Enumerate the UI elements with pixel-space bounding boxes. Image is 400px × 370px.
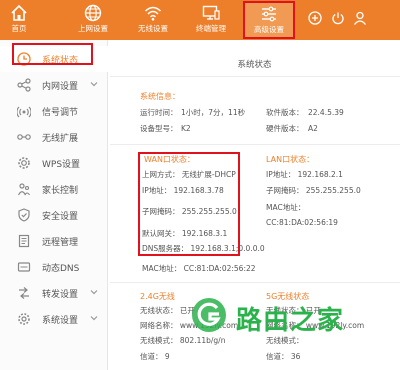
sidebar-item-label: WPS设置	[42, 160, 81, 170]
sidebar-item-label: 信号调节	[42, 108, 79, 118]
watermark: 路由之家	[190, 296, 390, 336]
lan-mac-value: CC:81:DA:02:56:19	[266, 218, 338, 227]
watermark-text: 路由之家	[236, 306, 345, 336]
bridge-icon	[17, 134, 31, 140]
globe-icon	[84, 4, 102, 22]
wireless-24g-mode: 无线模式： 802.11b/g/n	[140, 336, 226, 345]
sidebar-item-label: 无线扩展	[42, 134, 79, 144]
lan-ip: IP地址： 192.168.2.1	[266, 170, 343, 179]
user-icon[interactable]	[353, 11, 367, 25]
software-version-label: 软件版本：	[266, 108, 304, 117]
monitor-icon	[202, 5, 220, 20]
wan-mac: MAC地址： CC:81:DA:02:56:22	[142, 264, 256, 273]
wireless-24g-state: 无线状态： 已开	[140, 306, 195, 315]
model-label: 设备型号：	[140, 124, 178, 133]
divider	[110, 282, 400, 283]
wireless-24g-channel: 信道： 9	[140, 352, 170, 361]
nav-terminal-label: 终端管理	[196, 24, 226, 33]
chevron-down-icon	[90, 82, 98, 87]
shield-icon	[18, 208, 30, 222]
nav-internet-settings[interactable]: 上网设置	[72, 0, 114, 40]
divider	[110, 144, 400, 145]
power-icon[interactable]	[331, 11, 345, 25]
settings-gear-icon	[18, 313, 30, 325]
sidebar-item-parental-control[interactable]: 家长控制	[0, 176, 108, 202]
sidebar-item-label: 转发设置	[42, 290, 79, 300]
network-nodes-icon	[17, 78, 31, 92]
model-value: K2	[181, 124, 191, 133]
document-icon	[18, 234, 30, 248]
divider	[110, 76, 400, 77]
sliders-icon	[262, 6, 276, 22]
software-version-value: 22.4.5.39	[308, 108, 344, 117]
gear-icon	[18, 157, 30, 169]
sysinfo-heading: 系统信息：	[140, 92, 180, 101]
lan-subnet-mask: 子网掩码： 255.255.255.0	[266, 186, 361, 195]
sidebar-item-system-settings[interactable]: 系统设置	[0, 306, 108, 332]
forward-icon	[19, 287, 29, 299]
wireless-5g-channel: 信道： 36	[266, 352, 301, 361]
dns-icon	[17, 262, 31, 272]
wireless-24g-heading: 2.4G无线	[140, 292, 175, 301]
nav-wireless-label: 无线设置	[138, 24, 168, 33]
family-icon	[17, 183, 30, 196]
sidebar-item-wireless-extend[interactable]: 无线扩展	[0, 124, 108, 150]
sidebar-item-label: 系统设置	[42, 316, 79, 326]
sidebar-item-label: 内网设置	[42, 82, 79, 92]
uptime-value: 1小时，7分，11秒	[181, 108, 246, 117]
page-title: 系统状态	[237, 60, 272, 70]
sidebar-item-wps-settings[interactable]: WPS设置	[0, 150, 108, 176]
nav-home-label: 首页	[11, 24, 27, 33]
lan-mac-label: MAC地址：	[266, 203, 306, 212]
uptime-label: 运行时间：	[140, 108, 178, 117]
watermark-logo-icon	[192, 298, 226, 332]
plus-circle-icon[interactable]	[308, 11, 322, 25]
home-icon	[11, 4, 27, 21]
sidebar-item-dynamic-dns[interactable]: 动态DNS	[0, 254, 108, 280]
lan-heading: LAN口状态：	[266, 155, 315, 164]
sidebar-item-security-settings[interactable]: 安全设置	[0, 202, 108, 228]
sidebar-item-forward-settings[interactable]: 转发设置	[0, 280, 108, 306]
sidebar-item-label: 安全设置	[42, 212, 79, 222]
chevron-down-icon	[90, 290, 98, 295]
signal-icon	[17, 106, 31, 118]
hardware-version-label: 硬件版本：	[266, 124, 304, 133]
highlight-box-system-status	[12, 43, 93, 65]
nav-advanced-settings[interactable]: 高级设置	[243, 1, 295, 39]
sidebar-item-label: 家长控制	[42, 186, 79, 196]
wifi-icon	[144, 6, 162, 21]
sidebar-item-lan-settings[interactable]: 内网设置	[0, 72, 108, 98]
sidebar-item-remote-management[interactable]: 远程管理	[0, 228, 108, 254]
top-navigation: 首页 上网设置 无线设置 终端管理 高级设置	[0, 0, 400, 40]
nav-wireless-settings[interactable]: 无线设置	[132, 0, 174, 40]
nav-advanced-label: 高级设置	[254, 25, 284, 34]
nav-internet-label: 上网设置	[78, 24, 108, 33]
wireless-5g-mode: 无线模式：	[266, 336, 304, 345]
nav-home[interactable]: 首页	[4, 0, 34, 40]
sidebar-item-label: 动态DNS	[42, 264, 80, 274]
sidebar: 系统状态 内网设置 信号调节 无线扩展 WPS设置 家长控制 安全设置 远程管理…	[0, 40, 108, 370]
sidebar-item-label: 远程管理	[42, 238, 79, 248]
chevron-down-icon	[90, 316, 98, 321]
sidebar-item-signal-adjust[interactable]: 信号调节	[0, 98, 108, 124]
nav-terminal-management[interactable]: 终端管理	[188, 0, 234, 40]
highlight-box-wan-status	[138, 152, 240, 256]
hardware-version-value: A2	[308, 124, 318, 133]
